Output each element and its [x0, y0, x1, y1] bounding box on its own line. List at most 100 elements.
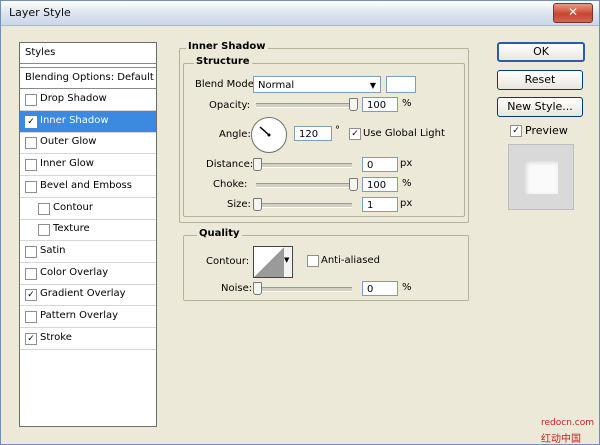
- reset-label: Reset: [524, 73, 556, 86]
- distance-slider-thumb[interactable]: [253, 158, 262, 171]
- angle-input[interactable]: 120: [294, 126, 332, 141]
- noise-slider-thumb[interactable]: [253, 282, 262, 295]
- style-item-label: Drop Shadow: [40, 93, 107, 104]
- preview-checkbox[interactable]: ✓: [510, 125, 522, 137]
- blending-options-label: Blending Options: Default: [25, 72, 154, 83]
- style-item-checkbox[interactable]: [25, 245, 37, 258]
- distance-slider-track[interactable]: [256, 163, 352, 168]
- style-item-label: Inner Glow: [40, 158, 94, 170]
- chevron-down-icon: ▼: [369, 81, 376, 90]
- choke-unit: %: [402, 178, 412, 189]
- opacity-unit: %: [402, 98, 412, 109]
- close-button[interactable]: ✕: [553, 3, 593, 23]
- blend-mode-value: Normal: [258, 80, 295, 91]
- angle-label: Angle:: [219, 129, 251, 140]
- style-item-inner-shadow[interactable]: ✓ Inner Shadow: [20, 110, 156, 133]
- reset-button[interactable]: Reset: [497, 70, 583, 90]
- style-item-color-overlay[interactable]: Color Overlay: [20, 263, 156, 285]
- style-item-bevel-and-emboss[interactable]: Bevel and Emboss: [20, 176, 156, 198]
- angle-dial[interactable]: [251, 117, 287, 153]
- quality-title: Quality: [197, 228, 242, 239]
- angle-needle-icon: [259, 126, 271, 137]
- choke-slider-track[interactable]: [256, 183, 352, 188]
- choke-value: 100: [367, 180, 387, 191]
- size-label: Size:: [227, 199, 251, 210]
- style-item-checkbox[interactable]: ✓: [25, 115, 37, 128]
- blending-options-item[interactable]: Blending Options: Default: [20, 67, 156, 89]
- style-item-label: Outer Glow: [40, 136, 97, 148]
- opacity-slider-thumb[interactable]: [349, 98, 358, 111]
- contour-curve-icon: [254, 247, 284, 277]
- style-item-checkbox[interactable]: [25, 180, 37, 193]
- new-style-button[interactable]: New Style...: [497, 97, 583, 117]
- contour-label: Contour:: [206, 256, 250, 267]
- styles-list: Styles Blending Options: Default Drop Sh…: [19, 42, 157, 427]
- style-item-checkbox[interactable]: [25, 159, 37, 172]
- watermark-url: redocn.com: [541, 418, 594, 428]
- size-slider-thumb[interactable]: [253, 198, 262, 211]
- size-unit: px: [400, 198, 413, 209]
- distance-unit: px: [400, 158, 413, 169]
- style-item-label: Stroke: [40, 331, 72, 343]
- contour-picker[interactable]: [253, 246, 285, 278]
- contour-dropdown[interactable]: ▼: [284, 246, 293, 278]
- blend-mode-label: Blend Mode:: [195, 79, 258, 90]
- style-item-inner-glow[interactable]: Inner Glow: [20, 154, 156, 177]
- style-item-label: Color Overlay: [40, 266, 109, 278]
- distance-value: 0: [367, 160, 374, 171]
- style-item-stroke[interactable]: ✓ Stroke: [20, 328, 156, 350]
- style-item-texture[interactable]: Texture: [20, 219, 156, 242]
- style-item-checkbox[interactable]: [25, 94, 37, 106]
- noise-unit: %: [402, 282, 412, 293]
- style-item-checkbox[interactable]: ✓: [25, 289, 37, 302]
- style-item-drop-shadow[interactable]: Drop Shadow: [20, 89, 156, 111]
- opacity-value: 100: [367, 100, 387, 111]
- style-item-label: Satin: [40, 244, 66, 256]
- layer-style-dialog: Layer Style ✕ Styles Blending Options: D…: [0, 0, 600, 445]
- style-item-checkbox[interactable]: [38, 202, 50, 215]
- size-input[interactable]: 1: [362, 197, 398, 212]
- use-global-light-checkbox[interactable]: ✓: [349, 128, 361, 140]
- styles-header[interactable]: Styles: [20, 43, 156, 64]
- blend-color-swatch[interactable]: [386, 76, 416, 93]
- style-item-satin[interactable]: Satin: [20, 241, 156, 263]
- structure-title: Structure: [194, 56, 252, 67]
- style-item-pattern-overlay[interactable]: Pattern Overlay: [20, 306, 156, 328]
- style-item-checkbox[interactable]: [25, 267, 37, 280]
- check-icon: ✓: [351, 129, 359, 139]
- choke-input[interactable]: 100: [362, 177, 398, 192]
- noise-slider-track[interactable]: [256, 287, 352, 292]
- style-item-label: Inner Shadow: [40, 114, 109, 126]
- style-item-checkbox[interactable]: [25, 137, 37, 150]
- style-item-contour[interactable]: Contour: [20, 198, 156, 220]
- opacity-label: Opacity:: [209, 100, 251, 111]
- use-global-light-label: Use Global Light: [363, 128, 445, 139]
- anti-aliased-label: Anti-aliased: [321, 255, 381, 266]
- style-item-checkbox[interactable]: [25, 311, 37, 323]
- style-item-gradient-overlay[interactable]: ✓ Gradient Overlay: [20, 284, 156, 307]
- angle-unit: °: [335, 125, 340, 136]
- distance-input[interactable]: 0: [362, 157, 398, 172]
- watermark-chinese: 红动中国: [541, 434, 581, 445]
- style-item-checkbox[interactable]: [38, 224, 50, 237]
- preview-thumbnail: [508, 144, 574, 210]
- choke-slider-thumb[interactable]: [349, 178, 358, 191]
- size-slider-track[interactable]: [256, 203, 352, 208]
- ok-button[interactable]: OK: [497, 42, 585, 62]
- preview-swatch: [524, 160, 558, 194]
- blend-mode-select[interactable]: Normal ▼: [253, 76, 381, 93]
- distance-label: Distance:: [206, 159, 254, 170]
- close-icon: ✕: [567, 5, 579, 19]
- style-item-checkbox[interactable]: ✓: [25, 332, 37, 345]
- styles-header-label: Styles: [25, 47, 56, 58]
- style-item-label: Contour: [53, 201, 93, 213]
- opacity-input[interactable]: 100: [362, 97, 398, 112]
- anti-aliased-checkbox[interactable]: [307, 255, 319, 267]
- style-item-outer-glow[interactable]: Outer Glow: [20, 132, 156, 155]
- choke-label: Choke:: [213, 179, 248, 190]
- check-icon: ✓: [512, 126, 520, 136]
- angle-value: 120: [299, 129, 319, 140]
- noise-input[interactable]: 0: [362, 281, 398, 296]
- opacity-slider-track[interactable]: [256, 103, 352, 108]
- style-item-label: Gradient Overlay: [40, 288, 126, 300]
